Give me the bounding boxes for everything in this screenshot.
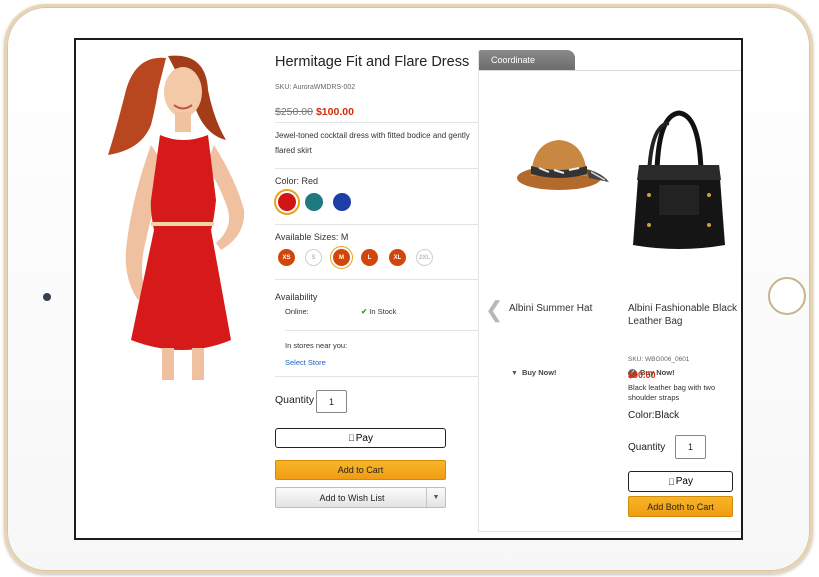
size-option-xs[interactable]: XS xyxy=(278,249,295,266)
coordinate-item-name[interactable]: Albini Summer Hat xyxy=(509,302,592,315)
home-button[interactable] xyxy=(768,277,806,315)
divider xyxy=(275,224,478,225)
coordinate-price: $90.00 xyxy=(628,370,656,380)
size-option-xl[interactable]: XL xyxy=(389,249,406,266)
apple-icon:  xyxy=(668,477,675,487)
quantity-input[interactable]: 1 xyxy=(316,390,347,413)
add-both-to-cart-button[interactable]: Add Both to Cart xyxy=(628,496,733,517)
old-price: $250.00 xyxy=(275,106,313,118)
product-sku: SKU: AuroraWMDRS-002 xyxy=(275,84,356,91)
color-swatch-red[interactable] xyxy=(278,193,296,211)
coordinate-apple-pay-button[interactable]: Pay xyxy=(628,471,733,492)
coordinate-item-name[interactable]: Albini Fashionable Black Leather Bag xyxy=(628,302,738,328)
coordinate-sku: SKU: WBG006_0601 xyxy=(628,356,690,363)
sale-price: $100.00 xyxy=(315,106,354,118)
coordinate-quantity-label: Quantity xyxy=(628,442,666,453)
apple-icon:  xyxy=(348,433,355,443)
color-swatch-blue[interactable] xyxy=(333,193,351,211)
bag-image[interactable] xyxy=(629,105,729,255)
product-image xyxy=(108,55,245,380)
product-title: Hermitage Fit and Flare Dress xyxy=(275,54,470,70)
coordinate-description: Black leather bag with two shoulder stra… xyxy=(628,383,716,402)
select-store-link[interactable]: Select Store xyxy=(285,358,326,367)
stores-label: In stores near you: xyxy=(285,341,348,350)
stock-status: ✔ In Stock xyxy=(361,307,397,316)
add-to-cart-button[interactable]: Add to Cart xyxy=(275,460,446,480)
product-description: Jewel-toned cocktail dress with fitted b… xyxy=(275,131,470,155)
divider xyxy=(275,279,478,280)
size-option-2xl[interactable]: 2XL xyxy=(416,249,433,266)
color-label: Color: Red xyxy=(275,176,319,186)
product-info: Hermitage Fit and Flare Dress SKU: Auror… xyxy=(275,40,478,538)
divider xyxy=(275,122,478,123)
color-swatch-teal[interactable] xyxy=(305,193,323,211)
chevron-down-icon[interactable]: ▼ xyxy=(426,488,445,507)
online-label: Online: xyxy=(285,307,309,316)
divider xyxy=(479,70,741,71)
sizes-label: Available Sizes: M xyxy=(275,232,349,242)
divider xyxy=(285,330,478,331)
check-icon: ✔ xyxy=(361,307,368,316)
quantity-label: Quantity xyxy=(275,394,315,406)
coordinate-panel: Coordinate ❮ Albini Summer Hat Albini Fa… xyxy=(478,50,741,532)
price-row: $250.00 $100.00 xyxy=(275,106,354,118)
camera xyxy=(43,293,51,301)
coordinate-color: Color:Black xyxy=(628,410,680,421)
tab-coordinate[interactable]: Coordinate xyxy=(479,50,575,70)
hat-image[interactable] xyxy=(509,120,619,210)
coordinate-quantity-input[interactable]: 1 xyxy=(675,435,706,459)
chevron-left-icon[interactable]: ❮ xyxy=(485,297,503,323)
divider xyxy=(275,376,478,377)
size-option-m[interactable]: M xyxy=(333,249,350,266)
availability-label: Availability xyxy=(275,292,318,302)
buy-now-toggle[interactable]: ▼ Buy Now! xyxy=(511,368,557,377)
screen: Hermitage Fit and Flare Dress SKU: Auror… xyxy=(74,38,743,540)
caret-down-icon: ▼ xyxy=(511,370,518,377)
size-option-s[interactable]: S xyxy=(305,249,322,266)
apple-pay-button[interactable]: Pay xyxy=(275,428,446,448)
divider xyxy=(275,168,478,169)
size-option-l[interactable]: L xyxy=(361,249,378,266)
add-to-wishlist-button[interactable]: Add to Wish List ▼ xyxy=(275,487,446,508)
